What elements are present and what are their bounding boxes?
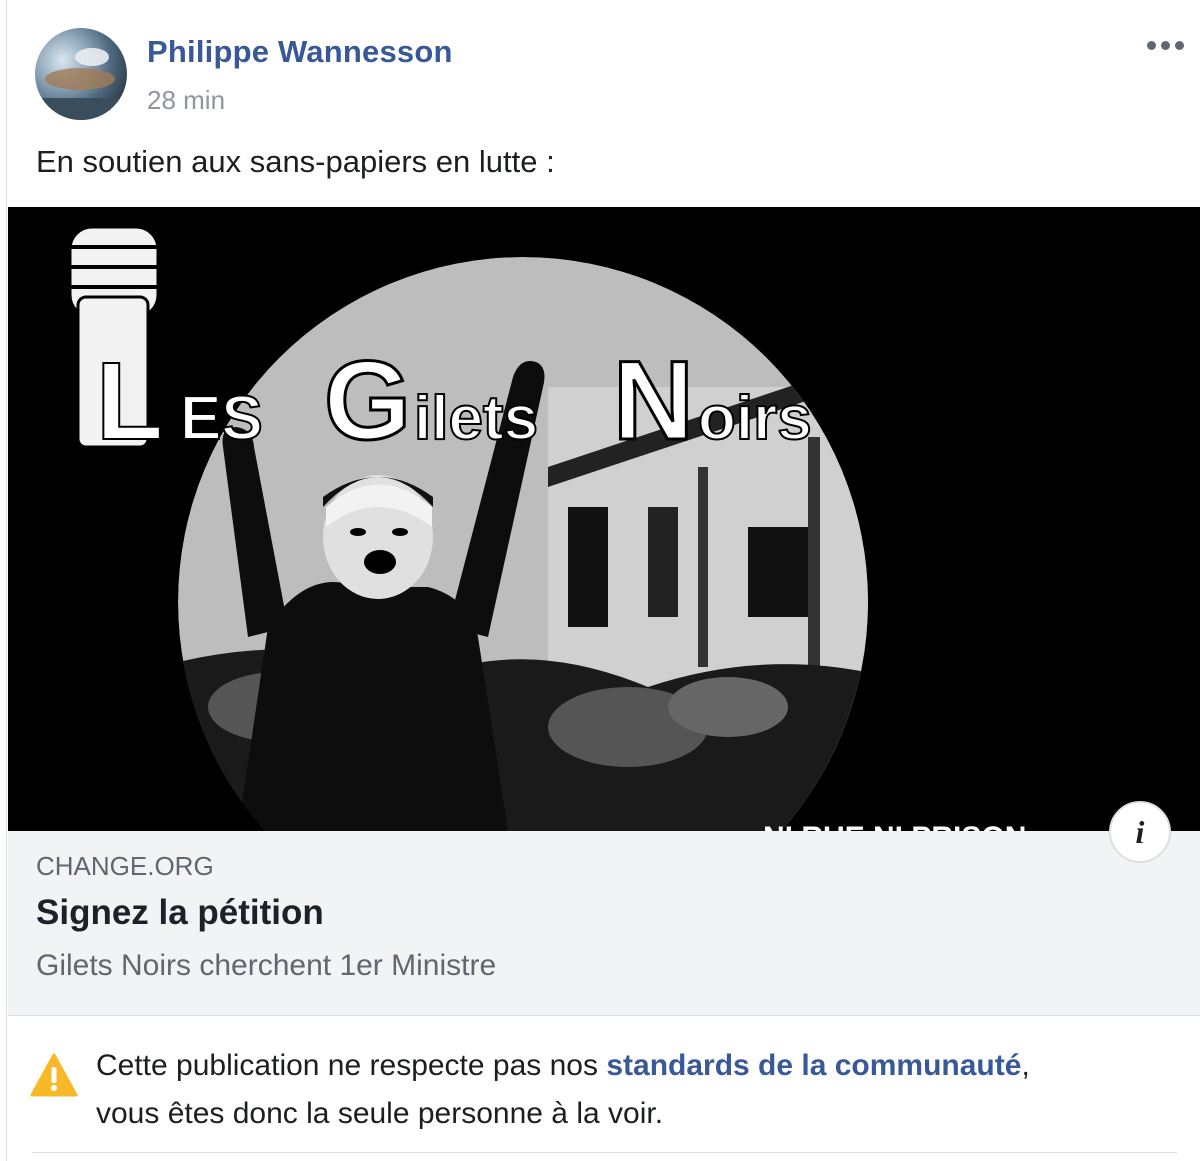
ellipsis-icon[interactable] [1140,30,1190,60]
image-title-letter-3: N [613,338,694,463]
post-text: En soutien aux sans-papiers en lutte : [36,144,555,179]
post-timestamp[interactable]: 28 min [147,85,225,116]
warning-text-line2: vous êtes donc la seule personne à la vo… [96,1097,664,1130]
link-preview-meta[interactable]: CHANGE.ORG Signez la pétition Gilets Noi… [8,831,1200,1016]
image-title-letter-2: G [324,338,411,463]
info-icon[interactable]: i [1109,801,1171,863]
image-title-word-2: ilets [414,384,538,453]
link-preview-image[interactable]: L ES G ilets N oirs NI RUE NI PRISON [8,207,1200,831]
link-domain: CHANGE.ORG [36,851,214,881]
warning-text-after: , [1021,1049,1030,1082]
community-standards-link[interactable]: standards de la communauté [606,1049,1021,1082]
community-standards-warning: Cette publication ne respecte pas nos st… [8,1016,1200,1161]
link-title[interactable]: Signez la pétition [36,893,324,933]
link-description: Gilets Noirs cherchent 1er Ministre [36,949,497,982]
image-bottom-caption: NI RUE NI PRISON [763,821,1026,831]
warning-text: Cette publication ne respecte pas nos st… [96,1042,1176,1138]
warning-icon [30,1053,78,1097]
warning-text-before: Cette publication ne respecte pas nos [96,1049,607,1082]
image-title-word-3: oirs [698,384,812,453]
author-name[interactable]: Philippe Wannesson [147,34,453,70]
divider [32,1152,1177,1153]
image-title-word-1: ES [180,384,263,453]
post-card: Philippe Wannesson 28 min En soutien aux… [6,0,1200,1161]
image-title-letter-1: L [96,340,163,463]
avatar[interactable] [35,28,127,120]
